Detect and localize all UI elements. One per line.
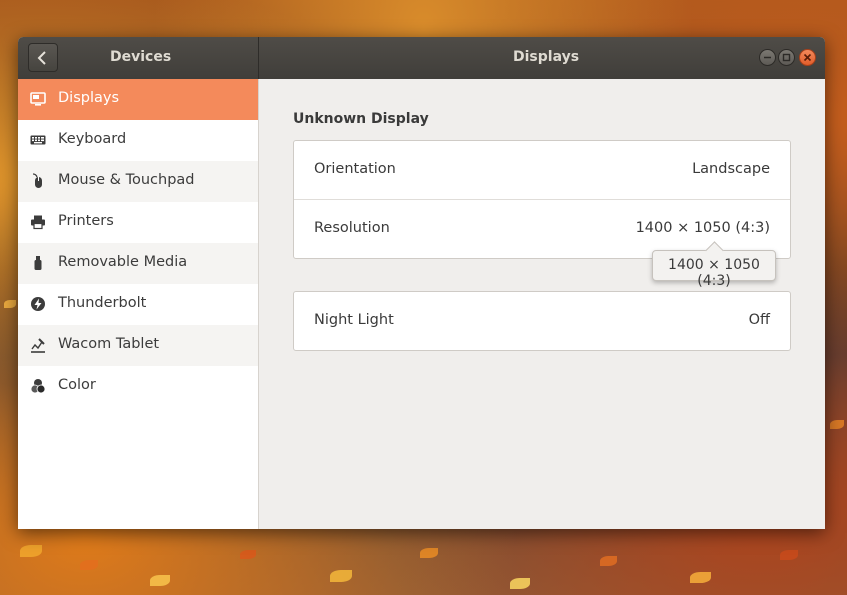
minimize-icon — [764, 56, 771, 59]
page-title: Displays — [513, 49, 580, 65]
resolution-label: Resolution — [314, 220, 390, 236]
sidebar-item-label: Removable Media — [58, 254, 188, 270]
resolution-value: 1400 × 1050 (4:3) — [635, 220, 770, 236]
display-name: Unknown Display — [293, 111, 429, 127]
chevron-left-icon — [37, 51, 46, 65]
back-button[interactable] — [28, 43, 58, 72]
close-icon — [803, 53, 812, 62]
tablet-stylus-icon — [31, 338, 45, 353]
mouse-icon — [32, 173, 42, 188]
sidebar-item-thunderbolt[interactable]: Thunderbolt — [18, 284, 258, 325]
orientation-row[interactable]: Orientation Landscape — [294, 141, 790, 199]
settings-window: Devices Displays Displays Keyboard Mouse… — [18, 37, 825, 529]
sidebar-item-label: Displays — [58, 90, 120, 106]
sidebar-item-label: Printers — [58, 213, 114, 229]
sidebar-item-mouse-touchpad[interactable]: Mouse & Touchpad — [18, 161, 258, 202]
sidebar-item-label: Color — [58, 377, 96, 393]
sidebar: Displays Keyboard Mouse & Touchpad Print… — [18, 79, 259, 529]
tooltip-text: 1400 × 1050 (4:3) — [668, 257, 760, 289]
orientation-label: Orientation — [314, 161, 396, 177]
night-light-card: Night Light Off — [293, 291, 791, 351]
night-light-row[interactable]: Night Light Off — [294, 292, 790, 350]
close-button[interactable] — [799, 49, 816, 66]
night-light-value: Off — [748, 312, 770, 328]
maximize-icon — [782, 53, 791, 62]
keyboard-icon — [30, 135, 46, 145]
sidebar-item-label: Keyboard — [58, 131, 127, 147]
color-icon — [30, 379, 46, 394]
maximize-button[interactable] — [778, 49, 795, 66]
sidebar-item-printers[interactable]: Printers — [18, 202, 258, 243]
display-icon — [30, 92, 46, 106]
sidebar-item-displays[interactable]: Displays — [18, 79, 258, 120]
thunderbolt-icon — [31, 297, 45, 311]
resolution-tooltip: 1400 × 1050 (4:3) — [652, 241, 776, 289]
usb-drive-icon — [34, 256, 42, 270]
panel-title: Devices — [110, 49, 172, 65]
printer-icon — [31, 215, 45, 230]
sidebar-item-keyboard[interactable]: Keyboard — [18, 120, 258, 161]
minimize-button[interactable] — [759, 49, 776, 66]
night-light-label: Night Light — [314, 312, 394, 328]
displays-panel: Unknown Display Orientation Landscape Re… — [259, 79, 825, 529]
display-settings-card: Orientation Landscape Resolution 1400 × … — [293, 140, 791, 259]
sidebar-item-color[interactable]: Color — [18, 366, 258, 407]
sidebar-item-label: Wacom Tablet — [58, 336, 160, 352]
sidebar-item-label: Thunderbolt — [58, 295, 147, 311]
sidebar-item-wacom-tablet[interactable]: Wacom Tablet — [18, 325, 258, 366]
sidebar-item-removable-media[interactable]: Removable Media — [18, 243, 258, 284]
sidebar-header: Devices — [18, 37, 259, 79]
title-bar: Devices Displays — [18, 37, 825, 79]
orientation-value: Landscape — [692, 161, 770, 177]
sidebar-item-label: Mouse & Touchpad — [58, 172, 195, 188]
